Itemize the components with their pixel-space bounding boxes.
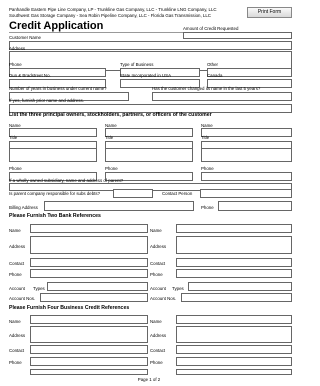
parent-responsible-field[interactable] [113, 189, 153, 198]
biz1-name-field[interactable] [30, 315, 148, 324]
page-number: Page 1 of 2 [137, 377, 161, 382]
bank2-name-label: Name [150, 228, 162, 233]
billing-phone-field[interactable] [218, 201, 292, 211]
name-changed-label: Has the customer changed its name in the… [152, 86, 261, 91]
biz2-name-label: Name [150, 319, 162, 324]
bank1-contact-label: Contact [9, 261, 25, 266]
bank2-phone-label: Phone [150, 272, 163, 277]
contact-person-field[interactable] [200, 189, 292, 198]
billing-address-label: Billing Address [9, 205, 38, 210]
state-incorporated-label: State Incorporated in USA [120, 73, 172, 78]
years-in-business-label: Number of years in business under curren… [9, 86, 107, 91]
biz1-contact-label: Contact [9, 348, 25, 353]
name-changed-field[interactable] [152, 92, 292, 101]
bank2-name-field[interactable] [176, 224, 292, 233]
bank2-account-label: Account [150, 286, 166, 291]
phone-label: Phone [9, 62, 22, 67]
biz2-address-field[interactable] [176, 326, 292, 343]
bank1-phone-field[interactable] [30, 269, 148, 278]
bank1-address-field[interactable] [30, 236, 148, 254]
biz1-name-label: Name [9, 319, 21, 324]
owners-heading: List the three principal owners, stockho… [9, 112, 212, 118]
type-of-business-label: Type of Business [120, 62, 154, 67]
bank1-phone-label: Phone [9, 272, 22, 277]
biz2-phone-field[interactable] [176, 357, 292, 366]
prior-name-label: If yes, furnish prior name and address. [9, 98, 84, 103]
bank1-address-label: Address [9, 244, 26, 249]
owner3-address-field[interactable] [201, 148, 292, 162]
customer-name-label: Customer Name [9, 35, 41, 40]
biz1-contact-field[interactable] [30, 345, 148, 354]
company-list: Panhandle Eastern Pipe Line Company, LP … [9, 7, 217, 19]
owner2-name-field[interactable] [105, 128, 193, 137]
bank-refs-heading: Please Furnish Two Bank References [9, 213, 101, 219]
business-refs-heading: Please Furnish Four Business Credit Refe… [9, 305, 130, 311]
billing-address-field[interactable] [44, 201, 194, 211]
owner1-title-label: Title [9, 135, 18, 140]
bank2-account-nos-field[interactable] [181, 293, 292, 302]
bank2-types-label: Types [172, 286, 184, 291]
bank1-account-types-field[interactable] [47, 282, 148, 291]
parent-responsible-label: Is parent company responsible for subs d… [9, 191, 101, 196]
billing-phone-label: Phone [201, 205, 214, 210]
owner1-phone-label: Phone [9, 166, 22, 171]
owner2-phone-label: Phone [105, 166, 118, 171]
owner1-address-field[interactable] [9, 148, 97, 162]
bank2-account-nos-label: Account Nos. [150, 296, 177, 301]
biz1-phone-field[interactable] [30, 357, 148, 366]
page-title: Credit Application [9, 20, 104, 32]
biz4-name-field[interactable] [176, 369, 292, 375]
bank1-account-nos-field[interactable] [40, 293, 148, 302]
owner2-title-label: Title [105, 135, 114, 140]
amount-requested-label: Amount of Credit Requested [183, 26, 239, 31]
biz1-address-label: Address [9, 333, 26, 338]
canada-label: Canada [207, 73, 223, 78]
contact-person-label: Contact Person [162, 191, 193, 196]
amount-requested-field[interactable] [183, 32, 292, 39]
bank1-name-field[interactable] [30, 224, 148, 233]
owner3-phone-field[interactable] [201, 172, 292, 181]
bank1-account-nos-label: Account Nos. [9, 296, 36, 301]
biz2-contact-field[interactable] [176, 345, 292, 354]
bank2-account-types-field[interactable] [188, 282, 292, 291]
owner3-phone-label: Phone [201, 166, 214, 171]
owner1-name-field[interactable] [9, 128, 97, 137]
biz2-address-label: Address [150, 333, 167, 338]
bank2-address-field[interactable] [176, 236, 292, 254]
biz2-contact-label: Contact [150, 348, 166, 353]
bank2-contact-field[interactable] [176, 258, 292, 267]
bank2-phone-field[interactable] [176, 269, 292, 278]
bank2-address-label: Address [150, 244, 167, 249]
customer-name-field[interactable] [9, 41, 292, 50]
bank1-contact-field[interactable] [30, 258, 148, 267]
bank2-contact-label: Contact [150, 261, 166, 266]
other-label: Other [207, 62, 218, 67]
biz3-name-field[interactable] [30, 369, 148, 375]
biz2-name-field[interactable] [176, 315, 292, 324]
company-list-line2: Southwest Gas Storage Company - Sea Robi… [9, 13, 211, 19]
bank1-account-label: Account [9, 286, 25, 291]
owner2-address-field[interactable] [105, 148, 193, 162]
bank1-types-label: Types [33, 286, 45, 291]
print-form-button[interactable]: Print Form [247, 7, 292, 18]
biz2-phone-label: Phone [150, 360, 163, 365]
owner3-name-field[interactable] [201, 128, 292, 137]
owner3-title-label: Title [201, 135, 210, 140]
duns-label: Dun & Bradstreet No. [9, 73, 51, 78]
biz1-address-field[interactable] [30, 326, 148, 343]
biz1-phone-label: Phone [9, 360, 22, 365]
bank1-name-label: Name [9, 228, 21, 233]
